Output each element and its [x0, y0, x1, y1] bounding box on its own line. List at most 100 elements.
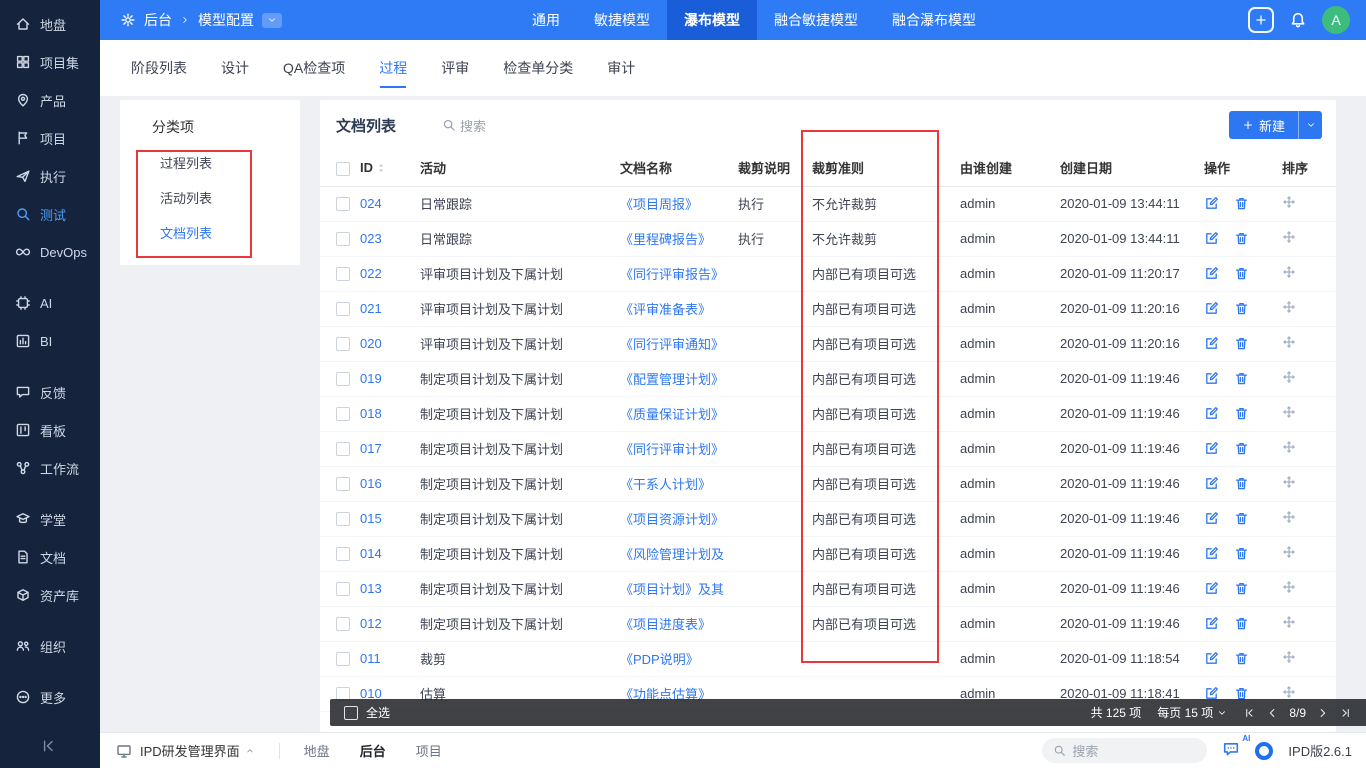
drag-handle[interactable]: [1282, 265, 1296, 279]
topbar-tab-waterfall[interactable]: 瀑布模型: [667, 0, 757, 40]
drag-handle[interactable]: [1282, 300, 1296, 314]
row-id[interactable]: 017: [360, 431, 420, 466]
drag-handle[interactable]: [1282, 405, 1296, 419]
new-button-dropdown[interactable]: [1298, 111, 1322, 139]
global-search[interactable]: 搜索: [1042, 738, 1207, 763]
doc-link[interactable]: 《PDP说明》: [620, 652, 699, 667]
ai-assistant-button[interactable]: AI: [1222, 740, 1240, 761]
app-logo-icon[interactable]: [1255, 742, 1273, 760]
sidebar-item-program[interactable]: 项目集: [0, 43, 100, 81]
drag-handle[interactable]: [1282, 510, 1296, 524]
sidebar-item-learn[interactable]: 学堂: [0, 500, 100, 538]
sidebar-item-bi[interactable]: BI: [0, 322, 100, 360]
edit-button[interactable]: [1204, 511, 1219, 526]
sidebar-item-feedback[interactable]: 反馈: [0, 373, 100, 411]
drag-handle[interactable]: [1282, 335, 1296, 349]
doc-link[interactable]: 《同行评审通知》: [620, 337, 724, 352]
delete-button[interactable]: [1234, 441, 1249, 456]
delete-button[interactable]: [1234, 511, 1249, 526]
delete-button[interactable]: [1234, 651, 1249, 666]
sidebar-item-org[interactable]: 组织: [0, 627, 100, 665]
subtab-qa-items[interactable]: QA检查项: [283, 58, 345, 78]
row-id[interactable]: 019: [360, 361, 420, 396]
delete-button[interactable]: [1234, 196, 1249, 211]
row-checkbox[interactable]: [336, 302, 350, 316]
sidebar-item-asset[interactable]: 资产库: [0, 576, 100, 614]
row-checkbox[interactable]: [336, 442, 350, 456]
doc-link[interactable]: 《项目进度表》: [620, 617, 711, 632]
row-id[interactable]: 020: [360, 326, 420, 361]
sidebar-item-project[interactable]: 项目: [0, 119, 100, 157]
edit-button[interactable]: [1204, 651, 1219, 666]
doc-link[interactable]: 《配置管理计划》: [620, 372, 724, 387]
row-checkbox[interactable]: [336, 337, 350, 351]
edit-button[interactable]: [1204, 301, 1219, 316]
next-page-button[interactable]: [1317, 707, 1329, 719]
workspace-switcher[interactable]: IPD研发管理界面: [140, 741, 240, 760]
delete-button[interactable]: [1234, 616, 1249, 631]
new-button[interactable]: 新建: [1229, 111, 1322, 139]
subtab-audit[interactable]: 审计: [607, 58, 635, 78]
edit-button[interactable]: [1204, 196, 1219, 211]
select-all-checkbox[interactable]: [344, 706, 358, 720]
edit-button[interactable]: [1204, 371, 1219, 386]
prev-page-button[interactable]: [1266, 707, 1278, 719]
topbar-tab-agile[interactable]: 敏捷模型: [577, 0, 667, 40]
row-checkbox[interactable]: [336, 582, 350, 596]
subtab-stage-list[interactable]: 阶段列表: [131, 58, 187, 78]
drag-handle[interactable]: [1282, 615, 1296, 629]
avatar[interactable]: A: [1322, 6, 1350, 34]
delete-button[interactable]: [1234, 336, 1249, 351]
sidebar-item-workflow[interactable]: 工作流: [0, 449, 100, 487]
drag-handle[interactable]: [1282, 580, 1296, 594]
row-id[interactable]: 011: [360, 641, 420, 676]
last-page-button[interactable]: [1340, 707, 1352, 719]
row-checkbox[interactable]: [336, 372, 350, 386]
footer-nav-dashboard[interactable]: 地盘: [304, 741, 330, 760]
doc-link[interactable]: 《质量保证计划》: [620, 407, 724, 422]
delete-button[interactable]: [1234, 581, 1249, 596]
edit-button[interactable]: [1204, 231, 1219, 246]
drag-handle[interactable]: [1282, 370, 1296, 384]
sidebar-item-qa[interactable]: 测试: [0, 195, 100, 233]
footer-nav-project[interactable]: 项目: [416, 741, 442, 760]
row-checkbox[interactable]: [336, 197, 350, 211]
delete-button[interactable]: [1234, 371, 1249, 386]
topbar-tab-agile-plus[interactable]: 融合敏捷模型: [757, 0, 875, 40]
doc-link[interactable]: 《项目资源计划》: [620, 512, 724, 527]
doc-link[interactable]: 《同行评审计划》: [620, 442, 724, 457]
per-page-select[interactable]: 每页 15 项: [1157, 704, 1227, 721]
drag-handle[interactable]: [1282, 685, 1296, 699]
delete-button[interactable]: [1234, 231, 1249, 246]
row-id[interactable]: 023: [360, 221, 420, 256]
sidebar-item-execution[interactable]: 执行: [0, 157, 100, 195]
doc-link[interactable]: 《项目周报》: [620, 197, 698, 212]
delete-button[interactable]: [1234, 406, 1249, 421]
breadcrumb-app[interactable]: 后台: [144, 10, 172, 30]
row-id[interactable]: 013: [360, 571, 420, 606]
row-checkbox[interactable]: [336, 617, 350, 631]
sidebar-item-kanban[interactable]: 看板: [0, 411, 100, 449]
subtab-review[interactable]: 评审: [441, 58, 469, 78]
row-checkbox[interactable]: [336, 477, 350, 491]
delete-button[interactable]: [1234, 546, 1249, 561]
subtab-checklist-category[interactable]: 检查单分类: [503, 58, 573, 78]
drag-handle[interactable]: [1282, 230, 1296, 244]
row-checkbox[interactable]: [336, 512, 350, 526]
row-id[interactable]: 022: [360, 256, 420, 291]
delete-button[interactable]: [1234, 476, 1249, 491]
doc-link[interactable]: 《项目计划》及其: [620, 582, 724, 597]
row-id[interactable]: 015: [360, 501, 420, 536]
row-id[interactable]: 024: [360, 186, 420, 221]
edit-button[interactable]: [1204, 546, 1219, 561]
drag-handle[interactable]: [1282, 475, 1296, 489]
category-item-process-list[interactable]: 过程列表: [120, 146, 300, 181]
model-config-dropdown[interactable]: [262, 13, 282, 28]
row-id[interactable]: 014: [360, 536, 420, 571]
edit-button[interactable]: [1204, 441, 1219, 456]
edit-button[interactable]: [1204, 336, 1219, 351]
category-item-activity-list[interactable]: 活动列表: [120, 181, 300, 216]
topbar-tab-waterfall-plus[interactable]: 融合瀑布模型: [875, 0, 993, 40]
sidebar-item-more[interactable]: 更多: [0, 678, 100, 716]
doc-link[interactable]: 《干系人计划》: [620, 477, 711, 492]
